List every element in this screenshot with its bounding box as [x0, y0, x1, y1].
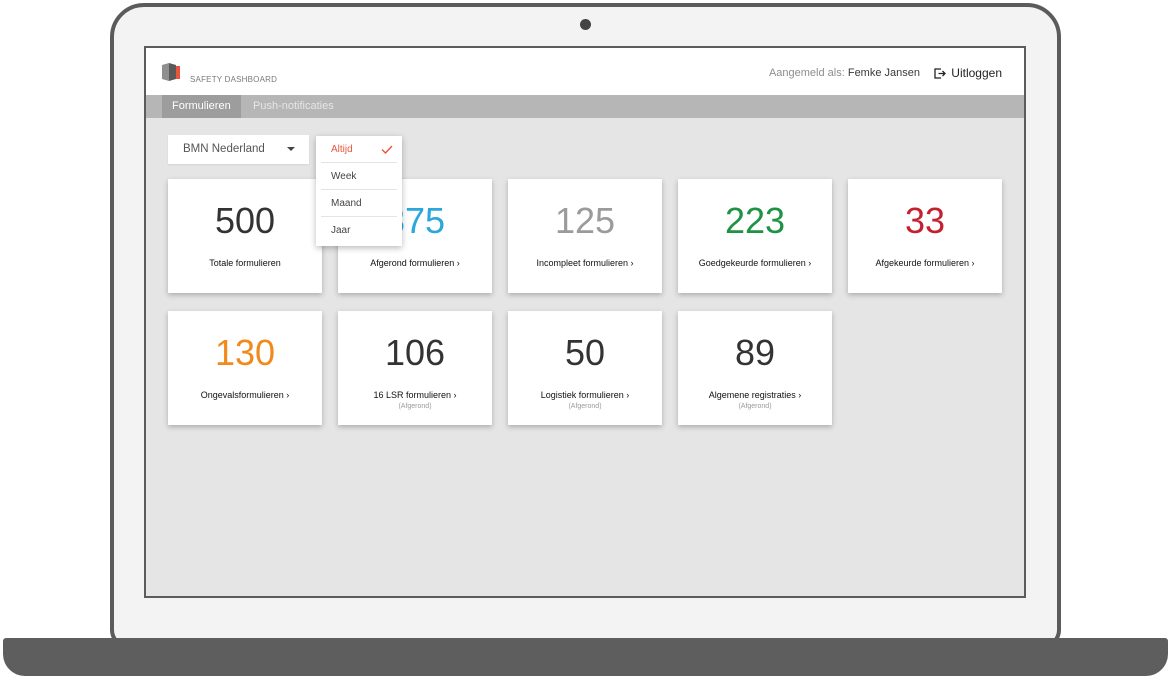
period-option-label: Altijd — [331, 144, 353, 155]
card-logistiek-formulieren[interactable]: 50 Logistiek formulieren › (Afgerond) — [508, 311, 662, 425]
card-16-lsr-formulieren[interactable]: 106 16 LSR formulieren › (Afgerond) — [338, 311, 492, 425]
period-dropdown-menu: Altijd Week Maand Jaar — [316, 136, 402, 246]
card-value: 106 — [384, 332, 446, 373]
card-label: 16 LSR formulieren › — [373, 390, 457, 400]
card-value: 223 — [724, 200, 786, 241]
card-goedgekeurde-formulieren[interactable]: 223 Goedgekeurde formulieren › — [678, 179, 832, 293]
safety-dashboard-logo-icon — [160, 61, 182, 83]
card-value: 50 — [564, 332, 606, 373]
logout-button[interactable]: Uitloggen — [934, 65, 1002, 81]
tab-push-notificaties[interactable]: Push-notificaties — [243, 95, 344, 118]
logout-label: Uitloggen — [951, 66, 1002, 80]
checkmark-icon — [381, 145, 393, 154]
app-header: SAFETY DASHBOARD Aangemeld als: Femke Ja… — [146, 48, 1024, 95]
card-label: Incompleet formulieren › — [536, 258, 634, 268]
period-option-maand[interactable]: Maand — [321, 190, 397, 217]
card-label: Goedgekeurde formulieren › — [698, 258, 812, 268]
period-option-altijd[interactable]: Altijd — [321, 136, 397, 163]
card-label: Logistiek formulieren › — [540, 390, 630, 400]
organization-select[interactable]: BMN Nederland — [168, 135, 309, 164]
card-label: Afgerond formulieren › — [370, 258, 460, 268]
tab-bar: Formulieren Push-notificaties — [146, 95, 1024, 118]
screen: SAFETY DASHBOARD Aangemeld als: Femke Ja… — [144, 46, 1026, 598]
user-name: Femke Jansen — [847, 67, 920, 79]
brand-title: SAFETY DASHBOARD — [190, 75, 278, 84]
card-label: Totale formulieren — [209, 258, 281, 268]
laptop-base — [3, 638, 1168, 676]
card-value: 130 — [214, 332, 276, 373]
card-ongevalsformulieren[interactable]: 130 Ongevalsformulieren › — [168, 311, 322, 425]
card-sublabel: (Afgerond) — [568, 403, 602, 410]
card-sublabel: (Afgerond) — [738, 403, 772, 410]
card-value: 125 — [554, 200, 616, 241]
user-prefix: Aangemeld als: — [768, 67, 848, 79]
card-algemene-registraties[interactable]: 89 Algemene registraties › (Afgerond) — [678, 311, 832, 425]
card-value: 500 — [214, 200, 276, 241]
logout-icon — [934, 67, 947, 79]
card-value: 89 — [734, 332, 776, 373]
card-incompleet-formulieren[interactable]: 125 Incompleet formulieren › — [508, 179, 662, 293]
period-option-jaar[interactable]: Jaar — [321, 217, 397, 244]
card-totale-formulieren[interactable]: 500 Totale formulieren — [168, 179, 322, 293]
card-sublabel: (Afgerond) — [398, 403, 432, 410]
tab-formulieren[interactable]: Formulieren — [162, 95, 241, 118]
logged-in-user: Aangemeld als: Femke Jansen — [769, 67, 920, 79]
card-value: 33 — [904, 200, 946, 241]
card-afgekeurde-formulieren[interactable]: 33 Afgekeurde formulieren › — [848, 179, 1002, 293]
card-label: Algemene registraties › — [708, 390, 802, 400]
period-option-week[interactable]: Week — [321, 163, 397, 190]
organization-select-value: BMN Nederland — [183, 143, 265, 155]
card-label: Ongevalsformulieren › — [200, 390, 290, 400]
card-label: Afgekeurde formulieren › — [875, 258, 975, 268]
chevron-down-icon — [287, 147, 295, 151]
laptop-camera — [580, 19, 591, 30]
